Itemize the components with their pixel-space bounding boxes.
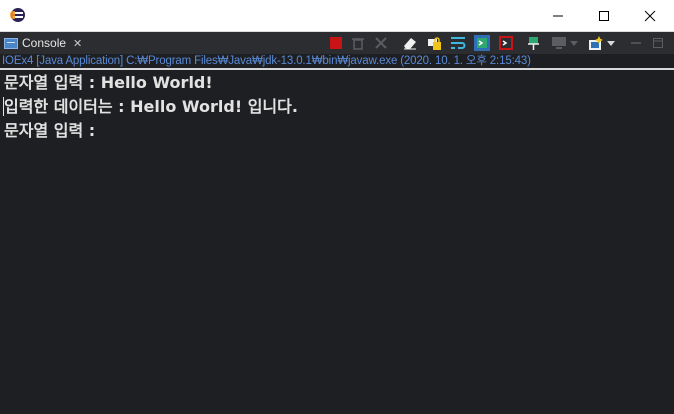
show-on-stderr-button[interactable] [498, 35, 514, 51]
show-on-stdout-button[interactable] [474, 35, 490, 51]
window-title-bar [0, 0, 674, 32]
chevron-down-icon [607, 40, 615, 46]
pin-console-button[interactable] [526, 35, 542, 51]
minimize-view-icon [631, 42, 641, 44]
remove-all-icon [375, 37, 387, 49]
console-line: 문자열 입력 : Hello World! [4, 73, 213, 92]
lock-icon [428, 37, 441, 50]
text-caret [3, 97, 4, 116]
console-output[interactable]: 문자열 입력 : Hello World! 입력한 데이터는 : Hello W… [0, 71, 674, 143]
close-window-button[interactable] [627, 0, 673, 31]
console-line: 입력한 데이터는 : Hello World! 입니다. [4, 97, 298, 116]
minimize-button[interactable] [535, 0, 581, 31]
close-tab-icon[interactable]: ✕ [73, 37, 82, 50]
monitor-icon [552, 37, 566, 49]
terminate-button[interactable] [328, 35, 344, 51]
display-console-dropdown[interactable] [569, 35, 579, 51]
scroll-lock-button[interactable] [426, 35, 442, 51]
close-icon [644, 10, 656, 21]
open-console-button[interactable] [588, 35, 604, 51]
launch-description: IOEx4 [Java Application] C:₩Program File… [0, 54, 674, 68]
stderr-icon [499, 36, 513, 50]
minimize-view-button[interactable] [628, 35, 644, 51]
open-console-dropdown[interactable] [606, 35, 616, 51]
maximize-icon [599, 10, 609, 21]
chevron-down-icon [570, 40, 578, 46]
minimize-icon [553, 15, 563, 16]
console-view-toolbar: Console ✕ [0, 32, 674, 54]
display-selected-console-button[interactable] [551, 35, 567, 51]
eraser-icon [404, 38, 416, 50]
pin-icon [528, 37, 539, 50]
maximize-view-button[interactable] [650, 35, 666, 51]
tab-console[interactable]: Console ✕ [0, 32, 91, 54]
trash-icon [352, 38, 364, 50]
tab-console-label: Console [22, 36, 67, 50]
console-line: 문자열 입력 : [4, 121, 96, 140]
remove-all-terminated-button[interactable] [373, 35, 389, 51]
stop-icon [330, 37, 342, 49]
word-wrap-button[interactable] [450, 35, 466, 51]
console-icon [4, 37, 18, 49]
eclipse-app-icon [10, 8, 25, 22]
word-wrap-icon [451, 37, 466, 49]
console-divider [0, 68, 674, 70]
stdout-icon [474, 35, 490, 51]
new-console-icon [589, 36, 603, 50]
clear-console-button[interactable] [402, 35, 418, 51]
maximize-button[interactable] [581, 0, 627, 31]
remove-launch-button[interactable] [350, 35, 366, 51]
maximize-view-icon [653, 38, 663, 48]
